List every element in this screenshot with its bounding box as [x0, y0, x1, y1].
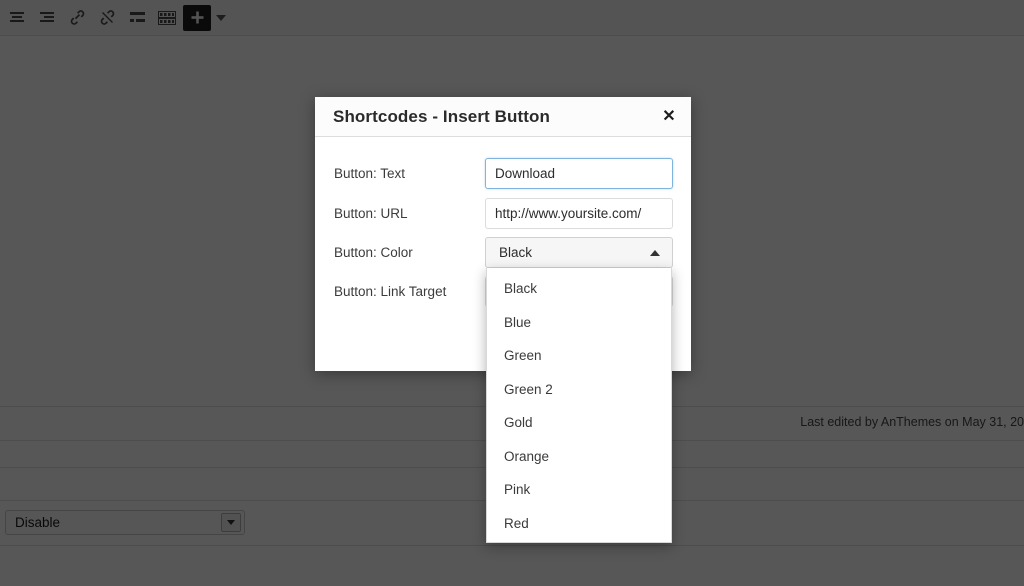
dropdown-option[interactable]: Black	[487, 272, 671, 306]
chevron-up-icon	[650, 250, 660, 256]
button-color-dropdown-list[interactable]: BlackBlueGreenGreen 2GoldOrangePinkRed	[486, 268, 672, 543]
button-url-input[interactable]: http://www.yoursite.com/	[485, 198, 673, 229]
field-row-button-color: Button: Color Black	[315, 232, 691, 272]
dropdown-option[interactable]: Pink	[487, 473, 671, 507]
button-text-value: Download	[495, 166, 555, 181]
dropdown-option[interactable]: Red	[487, 507, 671, 541]
label-button-color: Button: Color	[315, 245, 485, 260]
button-color-select[interactable]: Black	[485, 237, 673, 268]
dialog-header: Shortcodes - Insert Button ✕	[315, 97, 691, 137]
button-url-value: http://www.yoursite.com/	[495, 206, 641, 221]
field-row-button-url: Button: URL http://www.yoursite.com/	[315, 193, 691, 233]
button-text-input[interactable]: Download	[485, 158, 673, 189]
dropdown-option[interactable]: Green	[487, 339, 671, 373]
close-icon[interactable]: ✕	[657, 106, 681, 128]
label-button-url: Button: URL	[315, 206, 485, 221]
button-color-value: Black	[499, 245, 532, 260]
label-button-link-target: Button: Link Target	[315, 284, 485, 299]
label-button-text: Button: Text	[315, 166, 485, 181]
dialog-title: Shortcodes - Insert Button	[315, 107, 550, 127]
field-control: http://www.yoursite.com/	[485, 198, 673, 229]
dropdown-option[interactable]: Orange	[487, 440, 671, 474]
field-control: Black	[485, 237, 673, 268]
field-row-button-text: Button: Text Download	[315, 153, 691, 193]
field-control: Download	[485, 158, 673, 189]
dropdown-option[interactable]: Gold	[487, 406, 671, 440]
dropdown-option[interactable]: Green 2	[487, 373, 671, 407]
dropdown-option[interactable]: Blue	[487, 306, 671, 340]
